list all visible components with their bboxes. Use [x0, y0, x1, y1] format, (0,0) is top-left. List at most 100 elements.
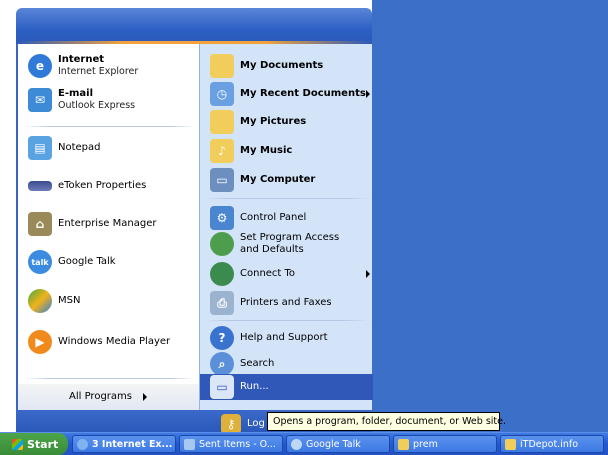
- menu-item-email[interactable]: ✉ E-mail Outlook Express: [28, 88, 135, 112]
- task-label: prem: [413, 438, 438, 450]
- task-google-talk[interactable]: Google Talk: [286, 435, 390, 453]
- search-label: Search: [240, 358, 275, 369]
- enterprise-manager-icon: ⌂: [28, 212, 52, 236]
- folder-icon: [505, 438, 516, 450]
- all-programs-label: All Programs: [69, 391, 132, 402]
- recent-docs-icon: ◷: [210, 82, 234, 106]
- menu-item-internet[interactable]: e Internet Internet Explorer: [28, 54, 138, 78]
- msn-icon: [28, 289, 52, 313]
- task-label: Sent Items - O...: [199, 438, 276, 450]
- google-talk-label: Google Talk: [58, 256, 116, 267]
- task-internet-explorer[interactable]: 3 Internet Ex...: [72, 435, 176, 453]
- menu-item-notepad[interactable]: ▤ Notepad: [28, 136, 101, 160]
- start-button[interactable]: Start: [0, 433, 68, 455]
- computer-icon: ▭: [210, 168, 234, 192]
- connect-to-label: Connect To: [240, 268, 296, 279]
- enterprise-manager-label: Enterprise Manager: [58, 218, 157, 229]
- printers-label: Printers and Faxes: [240, 297, 332, 308]
- run-label: Run...: [240, 381, 269, 392]
- etoken-label: eToken Properties: [58, 180, 147, 191]
- run-icon: ▭: [210, 375, 234, 399]
- program-access-label: Set Program Access and Defaults: [240, 232, 340, 255]
- outlook-express-icon: ✉: [28, 88, 52, 112]
- my-computer-label: My Computer: [240, 174, 316, 185]
- menu-item-help[interactable]: ? Help and Support: [210, 326, 328, 350]
- menu-item-my-documents[interactable]: My Documents: [210, 54, 323, 78]
- help-icon: ?: [210, 326, 234, 350]
- search-icon: ⌕: [210, 352, 234, 376]
- program-access-icon: [210, 232, 234, 256]
- music-folder-icon: ♪: [210, 139, 234, 163]
- task-label: Google Talk: [306, 438, 361, 450]
- notepad-icon: ▤: [28, 136, 52, 160]
- menu-item-my-pictures[interactable]: My Pictures: [210, 110, 306, 134]
- start-label: Start: [27, 437, 59, 451]
- my-documents-label: My Documents: [240, 60, 324, 71]
- menu-item-etoken[interactable]: eToken Properties: [28, 174, 146, 198]
- google-talk-icon: talk: [28, 250, 52, 274]
- taskbar: Start 3 Internet Ex... Sent Items - O...…: [0, 432, 608, 455]
- menu-item-control-panel[interactable]: ⚙ Control Panel: [210, 206, 306, 230]
- menu-item-program-access[interactable]: Set Program Access and Defaults: [210, 232, 358, 256]
- recent-documents-label: My Recent Documents: [240, 88, 366, 99]
- pictures-folder-icon: [210, 110, 234, 134]
- arrow-right-icon: [142, 393, 148, 401]
- control-panel-icon: ⚙: [210, 206, 234, 230]
- notepad-label: Notepad: [58, 142, 101, 153]
- menu-item-media-player[interactable]: ▶ Windows Media Player: [28, 330, 170, 354]
- top-strip: [0, 0, 372, 8]
- tooltip-text: Opens a program, folder, document, or We…: [273, 416, 507, 427]
- email-label: E-mail: [58, 88, 94, 99]
- folder-icon: [398, 438, 409, 450]
- internet-explorer-icon: [77, 438, 88, 450]
- run-row[interactable]: ▭ Run...: [210, 375, 269, 399]
- media-player-icon: ▶: [28, 330, 52, 354]
- email-subtitle: Outlook Express: [58, 100, 136, 111]
- menu-item-enterprise-manager[interactable]: ⌂ Enterprise Manager: [28, 212, 156, 236]
- msn-label: MSN: [58, 295, 81, 306]
- all-programs-button[interactable]: All Programs: [18, 384, 199, 410]
- start-menu-header: [16, 8, 372, 44]
- printer-icon: ⎙: [210, 291, 234, 315]
- start-menu: e Internet Internet Explorer ✉ E-mail Ou…: [16, 8, 373, 440]
- menu-item-my-music[interactable]: ♪ My Music: [210, 139, 292, 163]
- separator: [204, 320, 369, 321]
- logoff-label: Log: [247, 418, 265, 429]
- pinned-programs-pane: e Internet Internet Explorer ✉ E-mail Ou…: [16, 44, 199, 410]
- connect-icon: [210, 262, 234, 286]
- separator: [24, 126, 194, 127]
- internet-label: Internet: [58, 54, 105, 65]
- desktop-background[interactable]: [372, 0, 608, 432]
- submenu-arrow-icon: [366, 90, 370, 98]
- logoff-button[interactable]: ⚷ Log: [221, 414, 265, 434]
- task-label: iTDepot.info: [520, 438, 579, 450]
- separator: [24, 378, 194, 379]
- windows-logo-icon: [12, 438, 23, 450]
- menu-item-google-talk[interactable]: talk Google Talk: [28, 250, 116, 274]
- internet-subtitle: Internet Explorer: [58, 66, 139, 77]
- menu-item-my-computer[interactable]: ▭ My Computer: [210, 168, 315, 192]
- menu-item-printers[interactable]: ⎙ Printers and Faxes: [210, 291, 332, 315]
- task-label: 3 Internet Ex...: [92, 438, 173, 450]
- logoff-key-icon: ⚷: [221, 414, 241, 434]
- menu-item-recent-documents[interactable]: ◷ My Recent Documents: [210, 82, 366, 106]
- internet-explorer-icon: e: [28, 54, 52, 78]
- etoken-icon: [28, 181, 52, 191]
- help-label: Help and Support: [240, 332, 328, 343]
- task-sent-items[interactable]: Sent Items - O...: [179, 435, 283, 453]
- submenu-arrow-icon: [366, 270, 370, 278]
- google-talk-icon: [291, 438, 302, 450]
- my-pictures-label: My Pictures: [240, 116, 307, 127]
- my-music-label: My Music: [240, 145, 293, 156]
- outlook-icon: [184, 438, 195, 450]
- menu-item-msn[interactable]: MSN: [28, 289, 80, 313]
- folder-icon: [210, 54, 234, 78]
- task-prem[interactable]: prem: [393, 435, 497, 453]
- run-tooltip: Opens a program, folder, document, or We…: [267, 412, 506, 431]
- menu-item-connect-to[interactable]: Connect To: [210, 262, 295, 286]
- media-player-label: Windows Media Player: [58, 336, 171, 347]
- menu-item-search[interactable]: ⌕ Search: [210, 352, 274, 376]
- separator: [204, 198, 369, 199]
- task-itdepot[interactable]: iTDepot.info: [500, 435, 604, 453]
- control-panel-label: Control Panel: [240, 212, 307, 223]
